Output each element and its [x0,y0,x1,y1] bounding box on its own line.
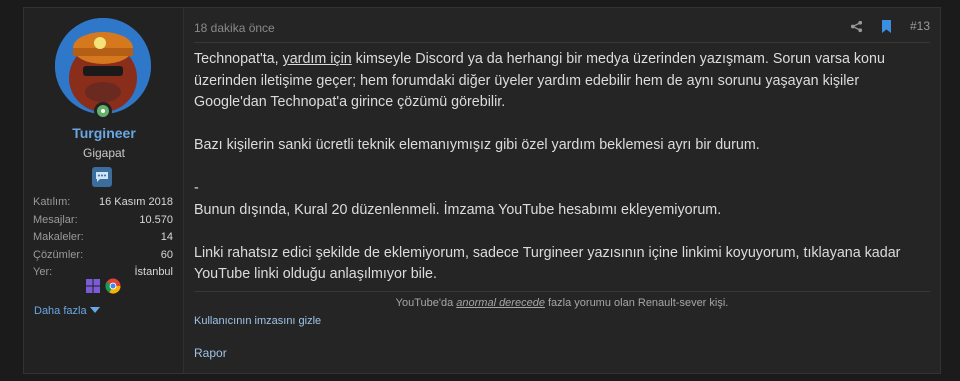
hide-signature-link[interactable]: Kullanıcının imzasını gizle [194,315,321,327]
chrome-icon [105,278,121,294]
stat-label: Yer: [33,266,53,278]
user-sidebar: Turgineer Gigapat Katılım: 16 Kasım 2018 … [24,8,184,373]
stat-row-joined: Katılım: 16 Kasım 2018 [33,194,173,212]
user-stats: Katılım: 16 Kasım 2018 Mesajlar: 10.570 Ma… [33,194,173,282]
paragraph: Linki rahatsız edici şekilde de eklemiyo… [194,244,901,283]
post-actions: #13 [850,19,930,33]
signature-divider [194,291,930,292]
post-number[interactable]: #13 [910,19,930,33]
chat-bubble-icon [96,172,108,182]
stat-label: Makaleler: [33,231,84,243]
forum-post: Turgineer Gigapat Katılım: 16 Kasım 2018 … [23,7,941,374]
text: YouTube'da [395,297,457,309]
post-body: Technopat'ta, yardım için kimseyle Disco… [194,49,934,286]
stat-label: Katılım: [33,196,71,208]
paragraph: Bazı kişilerin sanki ücretli teknik elem… [194,137,760,153]
bookmark-icon[interactable] [881,19,892,33]
report-link[interactable]: Rapor [194,346,227,360]
username[interactable]: Turgineer [24,125,184,141]
stat-label: Çözümler: [33,248,84,261]
stat-value: 14 [160,231,173,243]
message-icon[interactable] [92,167,112,187]
share-icon[interactable] [850,20,863,33]
stat-row-messages: Mesajlar: 10.570 [33,212,173,230]
text: fazla yorumu olan Renault-sever kişi. [544,297,729,309]
stat-row-solutions: Çözümler: 60 [33,247,173,265]
stat-value: İstanbul [134,266,173,278]
post-time[interactable]: 18 dakika önce [194,21,275,35]
online-status-icon [94,102,112,120]
post-main: 18 dakika önce #13 Technopat'ta, yardım … [194,8,940,373]
dash: - [194,180,199,196]
paragraph: Bunun dışında, Kural 20 düzenlenmeli. İm… [194,201,722,218]
stat-row-articles: Makaleler: 14 [33,229,173,247]
help-link[interactable]: yardım için [283,51,352,67]
emphasis: anormal derecede [456,297,545,309]
signature: YouTube'da anormal derecede fazla yorumu… [194,297,930,309]
avatar-image [55,18,151,114]
paragraph: Technopat'ta, yardım için kimseyle Disco… [194,49,934,114]
divider [194,42,930,43]
stat-value: 16 Kasım 2018 [99,196,173,208]
more-info-toggle[interactable]: Daha fazla [34,305,100,317]
avatar[interactable] [55,18,151,114]
text: Technopat'ta, [194,51,283,67]
stat-label: Mesajlar: [33,213,78,226]
more-info-label: Daha fazla [34,305,87,317]
windows-icon [86,279,100,293]
caret-down-icon [89,307,100,313]
user-title: Gigapat [82,146,126,160]
stat-value: 60 [160,248,173,261]
stat-value: 10.570 [139,213,173,226]
user-badges [85,278,121,294]
